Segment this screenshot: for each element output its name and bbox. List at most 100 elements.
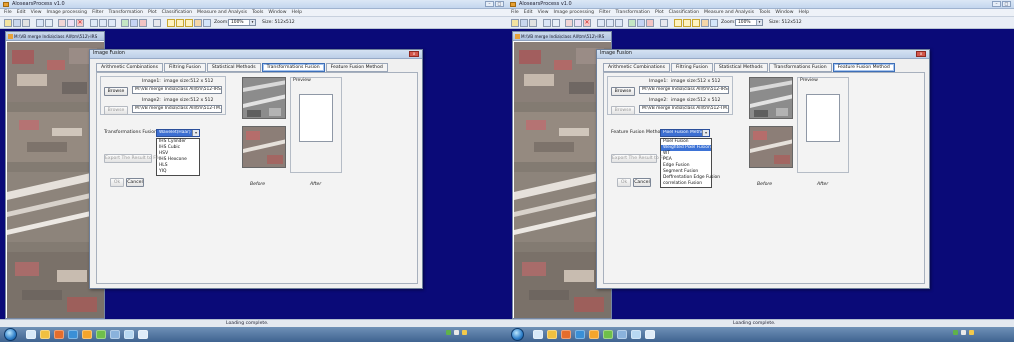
tab-arithmetic-combinations[interactable]: Arithmetic Combinations [96, 63, 163, 72]
image1-browse-button[interactable]: Browse [104, 87, 128, 96]
image2-browse-button[interactable]: Browse [611, 106, 635, 115]
tab-transformations-fusion[interactable]: Transformations Fusion [261, 63, 325, 72]
zoom-out-icon[interactable] [99, 19, 107, 27]
crop-icon[interactable] [646, 19, 654, 27]
histogram-icon[interactable] [660, 19, 668, 27]
image2-browse-button[interactable]: Browse [104, 106, 128, 115]
dropdown-option[interactable]: YIQ [157, 169, 199, 175]
feature-method-select[interactable]: Pixel Fusion Method ▾ [660, 129, 710, 137]
tab-filtring-fusion[interactable]: Filtring Fusion [164, 63, 206, 72]
menu-view[interactable]: View [31, 9, 42, 16]
histogram-icon[interactable] [153, 19, 161, 27]
menu-help[interactable]: Help [292, 9, 302, 16]
menu-tools[interactable]: Tools [252, 9, 263, 16]
maximize-button[interactable]: □ [495, 1, 504, 7]
image2-path-field[interactable]: M:\VB merge India\class All\tm\512-TM.BM… [132, 105, 222, 113]
menu-filter[interactable]: Filter [92, 9, 103, 16]
export-button[interactable]: Export The Result to File... [611, 154, 672, 163]
image2-path-field[interactable]: M:\VB merge India\class All\tm\512-TM.BM… [639, 105, 729, 113]
menu-filter[interactable]: Filter [599, 9, 610, 16]
save-icon[interactable] [13, 19, 21, 27]
dialog-close-button[interactable]: x [409, 51, 419, 57]
browser-icon[interactable] [68, 330, 78, 339]
menu-transformation[interactable]: Transformation [616, 9, 650, 16]
volume-icon[interactable] [454, 330, 459, 335]
dialog-close-button[interactable]: x [916, 51, 926, 57]
menu-tools[interactable]: Tools [759, 9, 770, 16]
flip-icon[interactable] [637, 19, 645, 27]
media-player-icon[interactable] [561, 330, 571, 339]
browser-icon[interactable] [575, 330, 585, 339]
cancel-button[interactable]: Cancel [126, 178, 144, 187]
zoom-select[interactable]: 100% ▾ [228, 19, 256, 26]
paste-icon[interactable] [552, 19, 560, 27]
volume-icon[interactable] [961, 330, 966, 335]
dropdown-option[interactable]: correlation Fusion [661, 181, 711, 187]
zoom-in-icon[interactable] [90, 19, 98, 27]
menu-transformation[interactable]: Transformation [109, 9, 143, 16]
rotate-icon[interactable] [628, 19, 636, 27]
menu-classification[interactable]: Classification [162, 9, 192, 16]
ok-button[interactable]: Ok [617, 178, 631, 187]
folder-icon[interactable] [40, 330, 50, 339]
alosears-taskbar-icon[interactable] [645, 330, 655, 339]
image1-browse-button[interactable]: Browse [611, 87, 635, 96]
fusion-method-select[interactable]: Wavelet(Haar) ▾ [156, 129, 200, 137]
menu-measure[interactable]: Measure and Analysis [197, 9, 247, 16]
explorer-icon[interactable] [533, 330, 543, 339]
close-image-icon[interactable]: ✕ [583, 19, 591, 27]
start-button[interactable] [4, 328, 17, 341]
app-icon-green[interactable] [96, 330, 106, 339]
menu-file[interactable]: File [511, 9, 519, 16]
undo-icon[interactable] [58, 19, 66, 27]
app-icon-blue[interactable] [631, 330, 641, 339]
network-icon[interactable] [446, 330, 451, 335]
save-icon[interactable] [520, 19, 528, 27]
folder-icon[interactable] [547, 330, 557, 339]
menu-image-processing[interactable]: Image processing [554, 9, 595, 16]
tab-feature-fusion-method[interactable]: Feature Fusion Method [325, 63, 388, 72]
menu-window[interactable]: Window [775, 9, 793, 16]
open-icon[interactable] [511, 19, 519, 27]
app-icon-green[interactable] [603, 330, 613, 339]
calculator-icon[interactable] [110, 330, 120, 339]
redo-icon[interactable] [67, 19, 75, 27]
circle-tool-icon[interactable] [176, 19, 184, 27]
undo-icon[interactable] [565, 19, 573, 27]
tab-arithmetic-combinations[interactable]: Arithmetic Combinations [603, 63, 670, 72]
menu-edit[interactable]: Edit [17, 9, 26, 16]
flip-icon[interactable] [130, 19, 138, 27]
power-icon[interactable] [969, 330, 974, 335]
menu-edit[interactable]: Edit [524, 9, 533, 16]
color-picker-icon[interactable] [710, 19, 718, 27]
image1-path-field[interactable]: M:\VB merge India\class All\tm\512-IRS [639, 86, 729, 94]
copy-icon[interactable] [36, 19, 44, 27]
menu-plot[interactable]: Plot [655, 9, 664, 16]
tab-statistical-methods[interactable]: Statistical Methods [206, 63, 261, 72]
text-tool-icon[interactable] [701, 19, 709, 27]
rectangle-tool-icon[interactable] [185, 19, 193, 27]
zoom-out-icon[interactable] [606, 19, 614, 27]
network-icon[interactable] [953, 330, 958, 335]
minimize-button[interactable]: – [485, 1, 494, 7]
zoom-fit-icon[interactable] [615, 19, 623, 27]
zoom-fit-icon[interactable] [108, 19, 116, 27]
paste-icon[interactable] [45, 19, 53, 27]
minimize-button[interactable]: – [992, 1, 1001, 7]
color-picker-icon[interactable] [203, 19, 211, 27]
menu-view[interactable]: View [538, 9, 549, 16]
explorer-icon[interactable] [26, 330, 36, 339]
tab-filtring-fusion[interactable]: Filtring Fusion [671, 63, 713, 72]
tab-feature-fusion-method[interactable]: Feature Fusion Method [832, 63, 895, 72]
tab-transformations-fusion[interactable]: Transformations Fusion [768, 63, 832, 72]
circle-tool-icon[interactable] [683, 19, 691, 27]
menu-image-processing[interactable]: Image processing [47, 9, 88, 16]
redo-icon[interactable] [574, 19, 582, 27]
zoom-select[interactable]: 100% ▾ [735, 19, 763, 26]
app-icon-blue[interactable] [124, 330, 134, 339]
start-button[interactable] [511, 328, 524, 341]
rotate-icon[interactable] [121, 19, 129, 27]
firefox-icon[interactable] [589, 330, 599, 339]
close-image-icon[interactable]: ✕ [76, 19, 84, 27]
menu-classification[interactable]: Classification [669, 9, 699, 16]
